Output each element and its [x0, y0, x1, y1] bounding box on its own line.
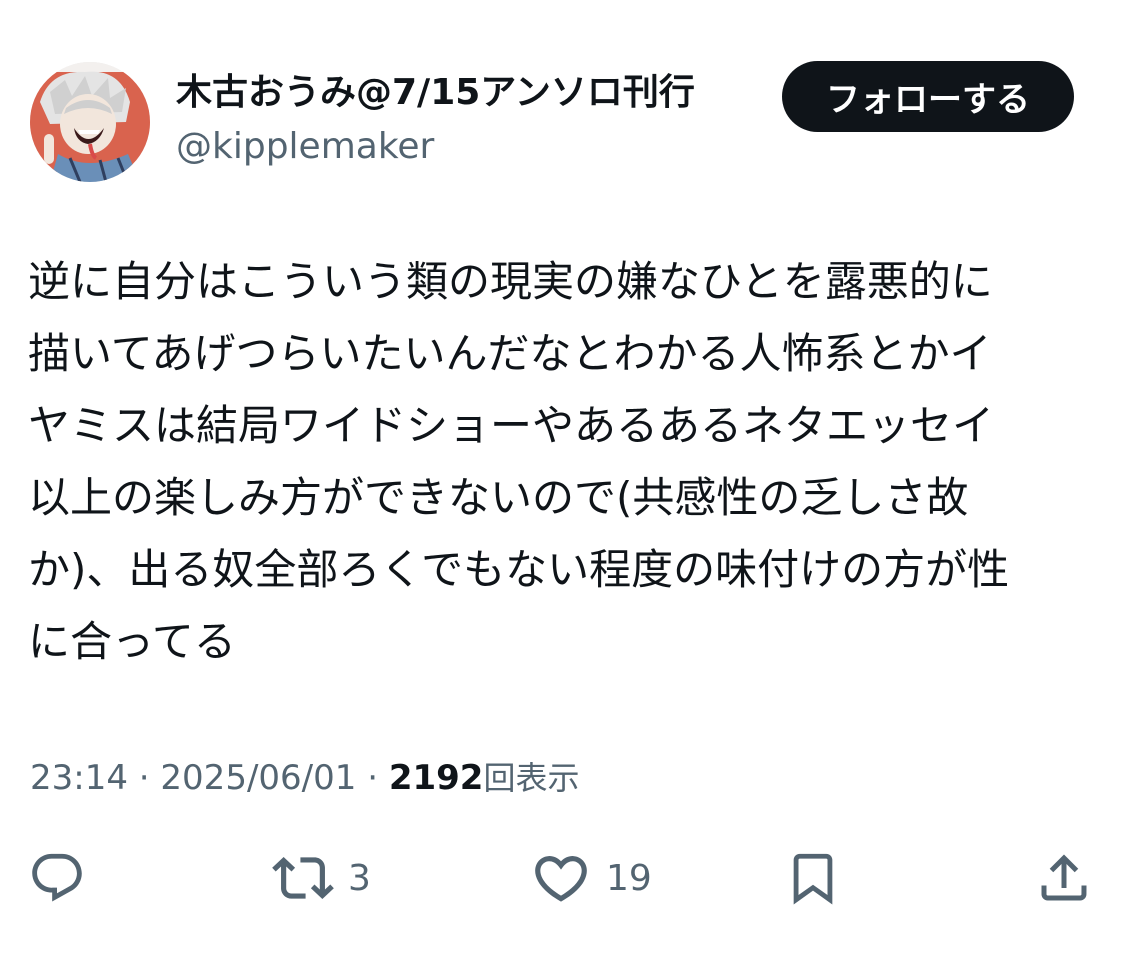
- author-display-name[interactable]: 木古おうみ@7/15アンソロ刊行: [176, 68, 695, 118]
- views-label: 回表示: [483, 759, 580, 797]
- meta-separator: ·: [138, 758, 150, 798]
- heart-icon: [535, 856, 587, 902]
- reply-icon: [32, 853, 82, 902]
- views-count: 2192: [388, 758, 484, 798]
- tweet-text-line: に合ってる: [28, 617, 236, 666]
- like-count: 19: [606, 857, 652, 899]
- retweet-icon: [272, 857, 334, 899]
- tweet-text-line: か)、出る奴全部ろくでもない程度の味付けの方が性: [28, 545, 1010, 594]
- tweet-text-line: ヤミスは結局ワイドショーやあるあるネタエッセイ: [28, 401, 995, 450]
- tweet-text: 逆に自分はこういう類の現実の嫌なひとを露悪的に 描いてあげつらいたいんだなとわか…: [28, 246, 1088, 678]
- retweet-button[interactable]: 3: [272, 846, 371, 910]
- retweet-count: 3: [348, 857, 371, 899]
- avatar-illustration: [30, 62, 150, 182]
- tweet-text-line: 描いてあげつらいたいんだなとわかる人怖系とかイ: [28, 329, 992, 378]
- tweet-time[interactable]: 23:14: [30, 758, 128, 798]
- tweet-meta: 23:14 · 2025/06/01 · 2192回表示: [30, 752, 579, 804]
- author-handle[interactable]: @kipplemaker: [176, 122, 434, 172]
- tweet-date[interactable]: 2025/06/01: [160, 758, 356, 798]
- meta-separator: ·: [367, 758, 379, 798]
- bookmark-button[interactable]: [784, 846, 842, 910]
- tweet-text-line: 逆に自分はこういう類の現実の嫌なひとを露悪的に: [28, 257, 993, 306]
- bookmark-icon: [793, 853, 833, 905]
- share-button[interactable]: [1034, 846, 1094, 910]
- tweet-text-line: 以上の楽しみ方ができないので(共感性の乏しさ故: [28, 473, 969, 522]
- follow-button[interactable]: フォローする: [782, 61, 1074, 132]
- like-button[interactable]: 19: [530, 846, 652, 910]
- avatar[interactable]: [30, 62, 150, 182]
- reply-button[interactable]: [28, 846, 86, 910]
- share-icon: [1041, 854, 1087, 901]
